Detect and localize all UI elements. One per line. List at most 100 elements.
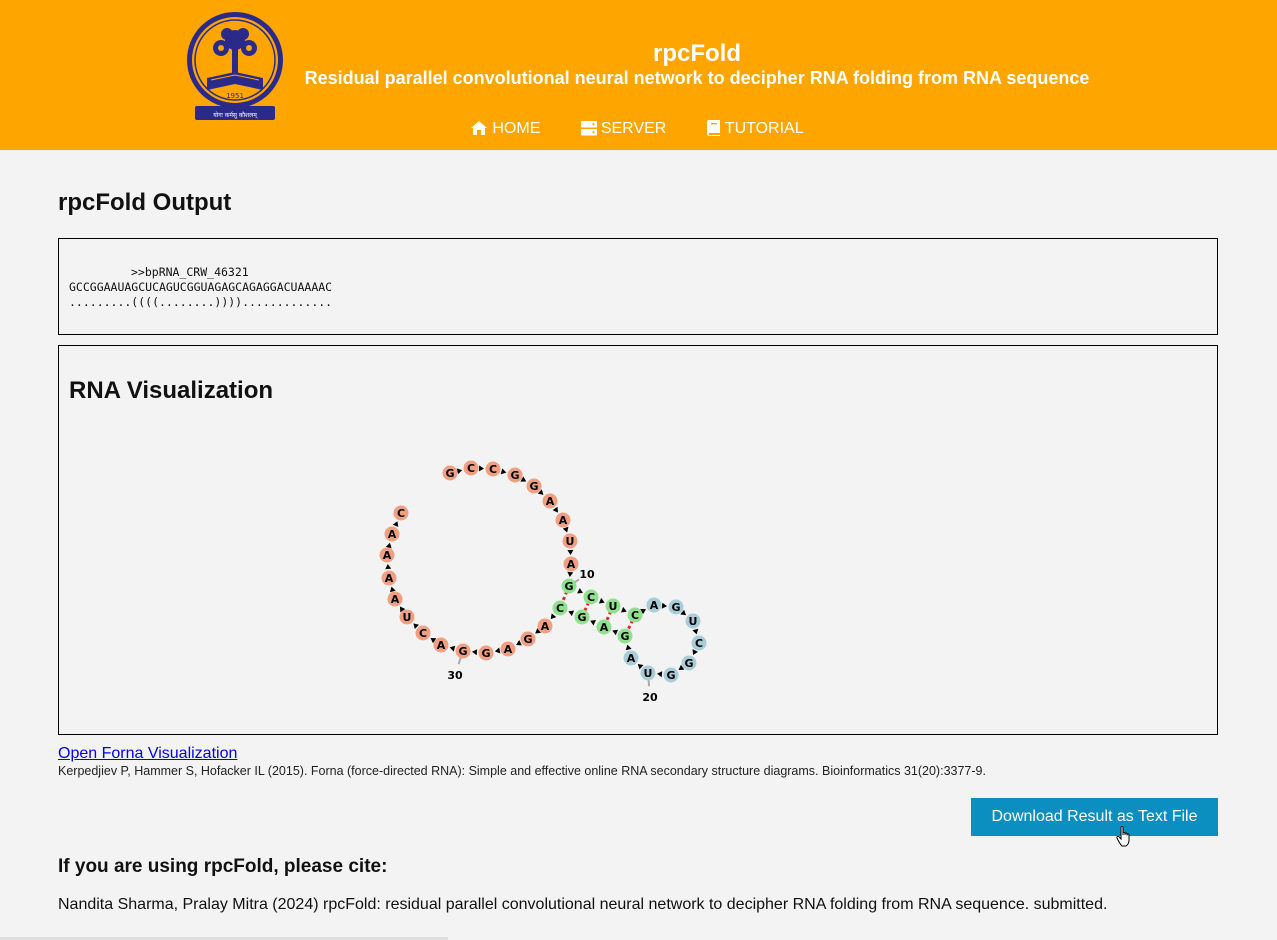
nucleotide-letter: G <box>510 469 519 482</box>
nucleotide-node[interactable]: C <box>415 625 431 641</box>
nucleotide-node[interactable]: G <box>617 628 633 644</box>
nucleotide-node[interactable]: A <box>500 641 516 657</box>
nucleotide-node[interactable]: C <box>393 505 409 521</box>
book-icon <box>706 120 720 136</box>
backbone-arrow <box>456 468 463 475</box>
nav-server-label: SERVER <box>600 120 667 137</box>
nucleotide-node[interactable]: A <box>646 597 662 613</box>
backbone-arrow <box>661 602 668 609</box>
output-sequence: GCCGGAAUAGCUCAGUCGGUAGAGCAGAGGACUAAAAC <box>69 280 333 294</box>
nucleotide-letter: A <box>650 599 659 612</box>
nucleotide-node[interactable]: U <box>605 598 621 614</box>
nucleotide-node[interactable]: A <box>381 570 397 586</box>
nucleotide-letter: G <box>445 467 454 480</box>
nucleotide-node[interactable]: C <box>552 600 568 616</box>
output-text[interactable]: >>bpRNA_CRW_46321 GCCGGAAUAGCUCAGUCGGUAG… <box>69 265 332 310</box>
nucleotide-node[interactable]: A <box>384 526 400 542</box>
nucleotide-node[interactable]: G <box>681 655 697 671</box>
site-header: 1951 योगः कर्मसु कौशलम् rpcFold Residual… <box>0 0 1277 150</box>
nucleotide-node[interactable]: G <box>455 643 471 659</box>
nucleotide-letter: G <box>529 480 538 493</box>
nucleotide-node[interactable]: G <box>442 465 458 481</box>
nucleotide-node[interactable]: C <box>627 607 643 623</box>
output-id: >>bpRNA_CRW_46321 <box>131 265 249 279</box>
nucleotide-node[interactable]: G <box>526 478 542 494</box>
nucleotide-node[interactable]: G <box>520 631 536 647</box>
citation-text: Nandita Sharma, Pralay Mitra (2024) rpcF… <box>58 896 1108 913</box>
nucleotide-node[interactable]: G <box>561 578 577 594</box>
nucleotide-letter: C <box>556 602 564 615</box>
nucleotide-node[interactable]: A <box>563 556 579 572</box>
nav-server[interactable]: SERVER <box>580 120 667 138</box>
backbone-arrow <box>692 628 699 635</box>
nucleotide-letter: A <box>383 549 392 562</box>
download-result-button[interactable]: Download Result as Text File <box>971 798 1218 836</box>
nav-tutorial[interactable]: TUTORIAL <box>706 120 804 138</box>
nucleotide-letter: G <box>671 601 680 614</box>
nucleotide-node[interactable]: A <box>379 547 395 563</box>
nucleotide-letter: G <box>666 669 675 682</box>
nucleotide-node[interactable]: A <box>623 650 639 666</box>
nucleotide-letter: C <box>419 627 427 640</box>
nucleotide-node[interactable]: A <box>596 619 612 635</box>
nucleotide-node[interactable]: U <box>640 665 656 681</box>
nucleotide-letter: A <box>567 558 576 571</box>
nucleotide-letter: G <box>481 647 490 660</box>
rna-visualization-panel: RNA Visualization 10 20 30 G C C G G A A U A G C U C A G U… <box>58 345 1218 735</box>
nucleotide-letter: C <box>695 637 703 650</box>
backbone-arrow <box>494 647 501 654</box>
nucleotide-node[interactable]: U <box>399 609 415 625</box>
nucleotide-letter: C <box>489 463 497 476</box>
nav-home[interactable]: HOME <box>470 120 540 138</box>
nucleotide-node[interactable]: A <box>433 637 449 653</box>
logo-year: 1951 <box>226 92 244 100</box>
nucleotide-letter: C <box>467 462 475 475</box>
nucleotide-node[interactable]: A <box>387 591 403 607</box>
nucleotide-node[interactable]: A <box>555 512 571 528</box>
nucleotide-node[interactable]: G <box>574 609 590 625</box>
nucleotide-letter: G <box>458 645 467 658</box>
backbone-arrow <box>478 465 485 472</box>
nucleotide-letter: C <box>631 609 639 622</box>
nucleotide-letter: A <box>388 528 397 541</box>
nucleotide-node[interactable]: G <box>478 645 494 661</box>
backbone-arrow <box>568 610 575 617</box>
nav-tutorial-label: TUTORIAL <box>724 120 804 137</box>
open-forna-link[interactable]: Open Forna Visualization <box>58 745 237 763</box>
nucleotide-letter: A <box>391 593 400 606</box>
nucleotide-node[interactable]: G <box>668 599 684 615</box>
backbone-arrow <box>590 620 596 626</box>
nucleotide-letter: A <box>600 621 609 634</box>
nucleotide-node[interactable]: A <box>537 618 553 634</box>
nucleotide-node[interactable]: U <box>562 533 578 549</box>
backbone-arrow <box>471 649 478 656</box>
nucleotide-letter: A <box>541 620 550 633</box>
nucleotide-letter: C <box>587 591 595 604</box>
backbone-arrow <box>612 629 619 636</box>
nucleotide-node[interactable]: C <box>583 589 599 605</box>
hand-cursor-icon <box>1116 826 1130 847</box>
nucleotide-letter: G <box>523 633 532 646</box>
backbone-arrow <box>625 644 632 651</box>
backbone-arrow <box>656 671 663 678</box>
nucleotide-node[interactable]: G <box>663 667 679 683</box>
backbone-arrow <box>389 586 396 593</box>
nucleotide-node[interactable]: U <box>685 613 701 629</box>
nucleotide-letter: C <box>397 507 405 520</box>
page-title: rpcFold Output <box>58 189 232 216</box>
nucleotide-number-label: 30 <box>447 669 463 682</box>
rna-structure-diagram[interactable]: 102030G C C GGAAUAGCUCA GUCGGUAGAGCAGAGGACUA… <box>59 346 1217 734</box>
nucleotide-node[interactable]: C <box>463 460 479 476</box>
backbone-arrow <box>598 597 605 604</box>
nucleotide-letter: A <box>546 495 555 508</box>
nucleotide-node[interactable]: C <box>485 461 501 477</box>
nucleotide-letter: A <box>437 639 446 652</box>
nucleotide-node[interactable]: G <box>507 467 523 483</box>
backbone-arrow <box>500 468 507 475</box>
nucleotide-letter: A <box>559 514 568 527</box>
site-title: rpcFold <box>653 40 741 67</box>
nucleotide-node[interactable]: A <box>542 493 558 509</box>
backbone-arrow <box>562 526 569 533</box>
nav-home-label: HOME <box>492 120 541 137</box>
nucleotide-node[interactable]: C <box>691 635 707 651</box>
